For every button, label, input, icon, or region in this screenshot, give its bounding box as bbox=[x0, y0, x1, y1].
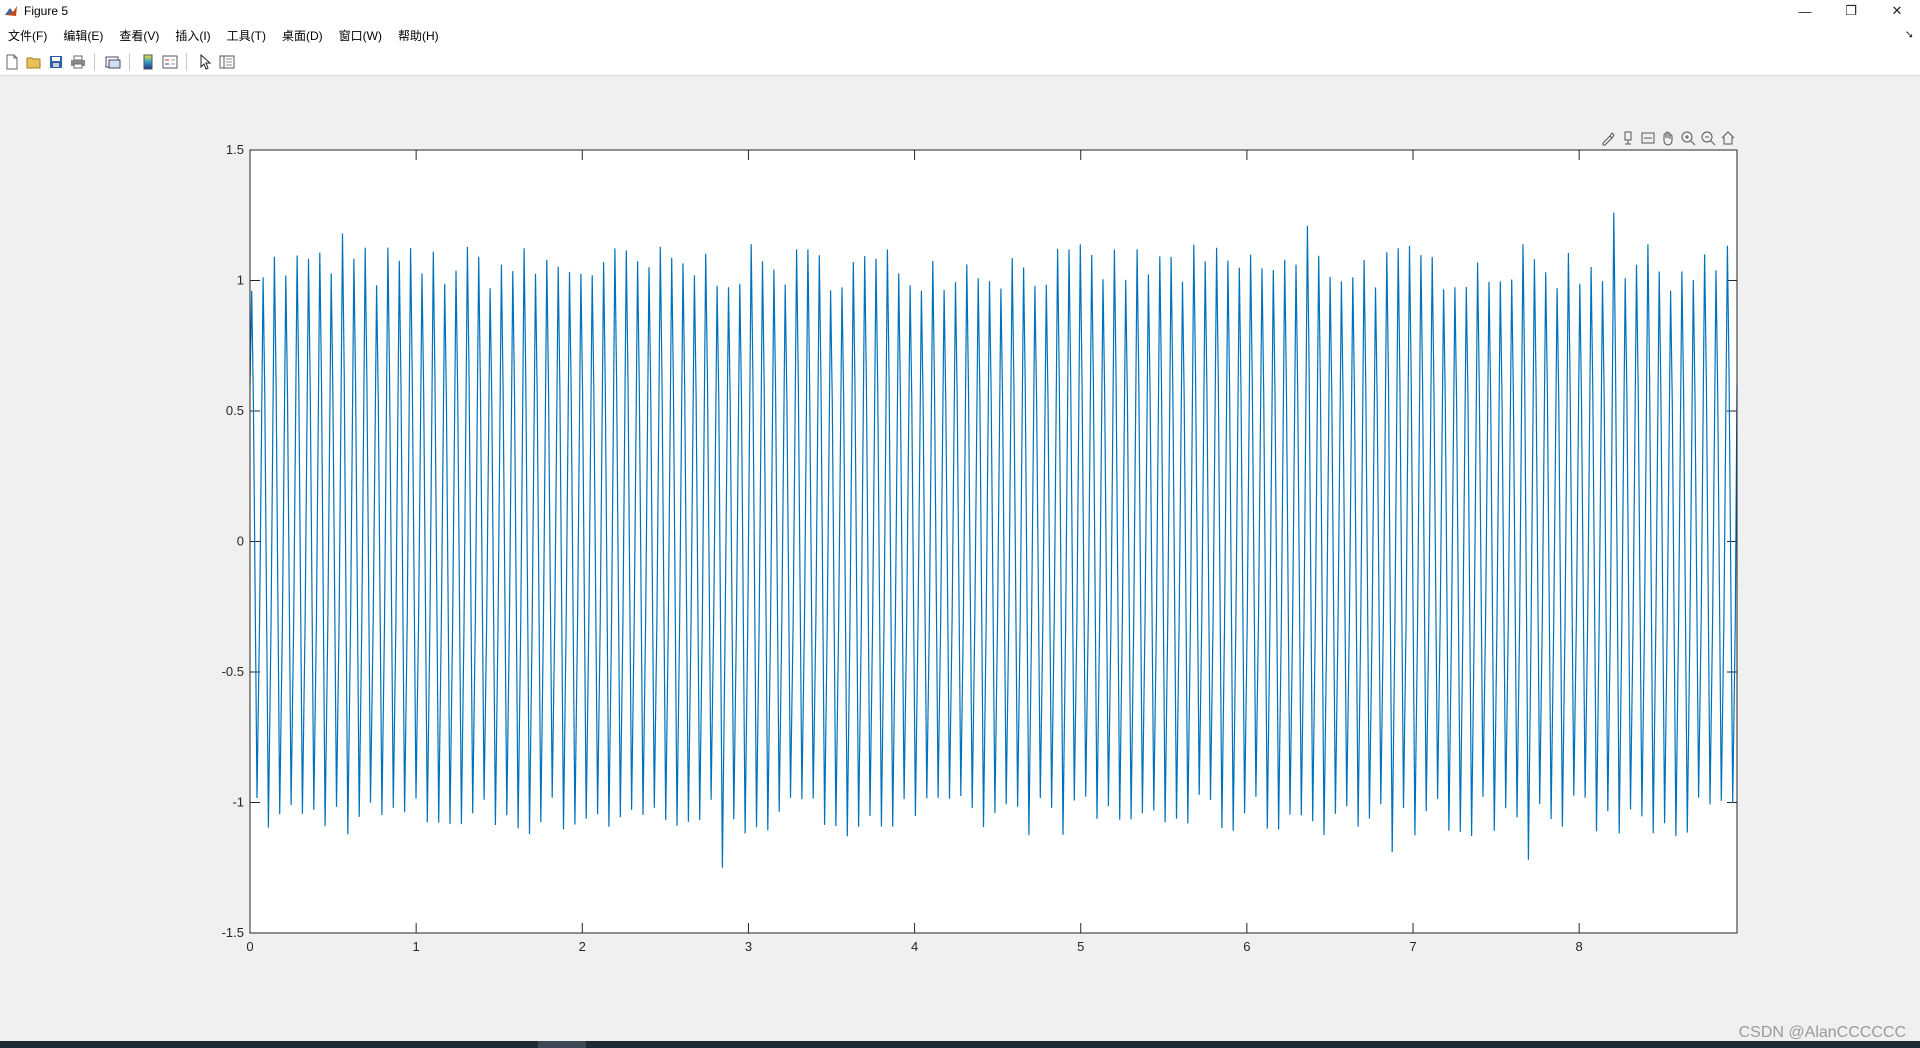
x-tick-label: 1 bbox=[413, 939, 420, 954]
y-tick-label: 0.5 bbox=[226, 403, 244, 418]
x-tick-label: 4 bbox=[911, 939, 918, 954]
home-icon[interactable] bbox=[1718, 128, 1738, 148]
data-tips-icon[interactable] bbox=[1618, 128, 1638, 148]
taskbar-item bbox=[538, 1041, 586, 1048]
x-tick-label: 6 bbox=[1243, 939, 1250, 954]
x-tick-label: 3 bbox=[745, 939, 752, 954]
figure-canvas: 0 1 2 3 4 5 6 7 8 1.5 1 0.5 0 -0.5 -1 -1.5 bbox=[222, 142, 1738, 954]
x-tick-label: 0 bbox=[246, 939, 253, 954]
y-tick-label: -1 bbox=[232, 795, 244, 810]
x-tick-label: 5 bbox=[1077, 939, 1084, 954]
zoom-in-icon[interactable] bbox=[1678, 128, 1698, 148]
brush-icon[interactable] bbox=[1598, 128, 1618, 148]
y-tick-label: -0.5 bbox=[222, 664, 244, 679]
axes-background[interactable] bbox=[250, 150, 1737, 933]
axes-toolbar bbox=[1598, 128, 1738, 148]
y-tick-label: -1.5 bbox=[222, 925, 244, 940]
zoom-out-icon[interactable] bbox=[1698, 128, 1718, 148]
y-tick-label: 1 bbox=[237, 273, 244, 288]
x-tick-label: 2 bbox=[579, 939, 586, 954]
y-tick-label: 0 bbox=[237, 534, 244, 549]
pan-icon[interactable] bbox=[1658, 128, 1678, 148]
x-tick-label: 7 bbox=[1409, 939, 1416, 954]
y-tick-label: 1.5 bbox=[226, 142, 244, 157]
taskbar-strip bbox=[0, 1041, 1920, 1048]
watermark-text: CSDN @AlanCCCCCC bbox=[1738, 1024, 1906, 1041]
x-tick-label: 8 bbox=[1576, 939, 1583, 954]
export-icon[interactable] bbox=[1638, 128, 1658, 148]
